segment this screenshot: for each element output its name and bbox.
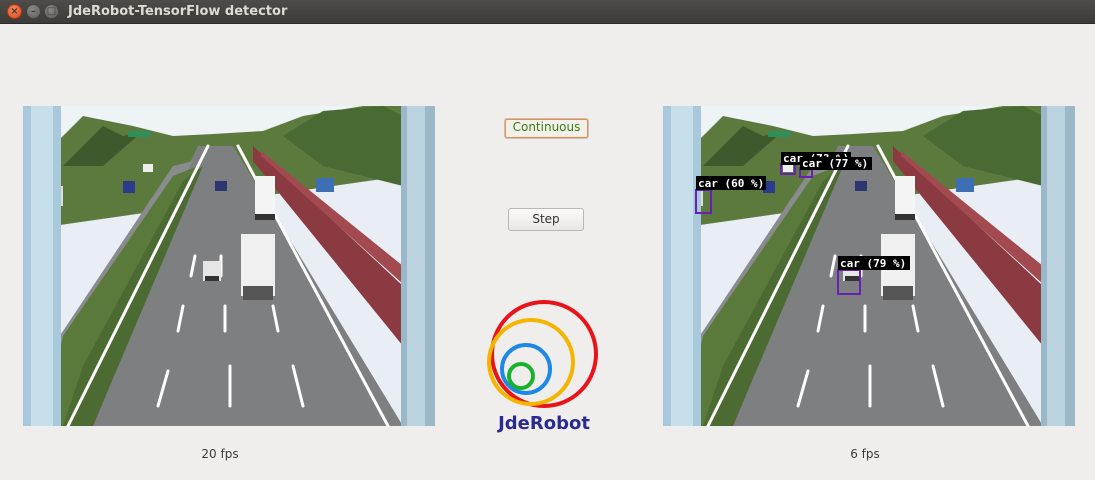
maximize-window-button[interactable]: □ [44,4,59,19]
minimize-window-button[interactable]: – [26,4,41,19]
window-title: JdeRobot-TensorFlow detector [68,4,288,19]
input-camera-view [23,106,435,426]
output-frame-image: car (60 %) car (7? %) car (77 %) car (79… [663,106,1075,426]
logo-text: JdeRobot [498,413,590,434]
detection-output-view: car (60 %) car (7? %) car (77 %) car (79… [663,106,1075,426]
detection-label-3: car (77 %) [802,157,868,170]
input-fps-label: 20 fps [201,447,239,461]
detection-label-4: car (79 %) [840,257,906,270]
step-button[interactable]: Step [508,208,584,231]
close-icon: × [10,6,19,17]
close-window-button[interactable]: × [7,4,22,19]
maximize-icon: □ [46,6,57,17]
window-titlebar: × – □ JdeRobot-TensorFlow detector [0,0,1095,24]
minimize-icon: – [31,6,36,17]
logo-ring-green [507,362,535,390]
continuous-button[interactable]: Continuous [504,118,589,139]
output-fps-label: 6 fps [850,447,880,461]
input-frame-image [23,106,435,426]
detection-label-1: car (60 %) [698,177,764,190]
